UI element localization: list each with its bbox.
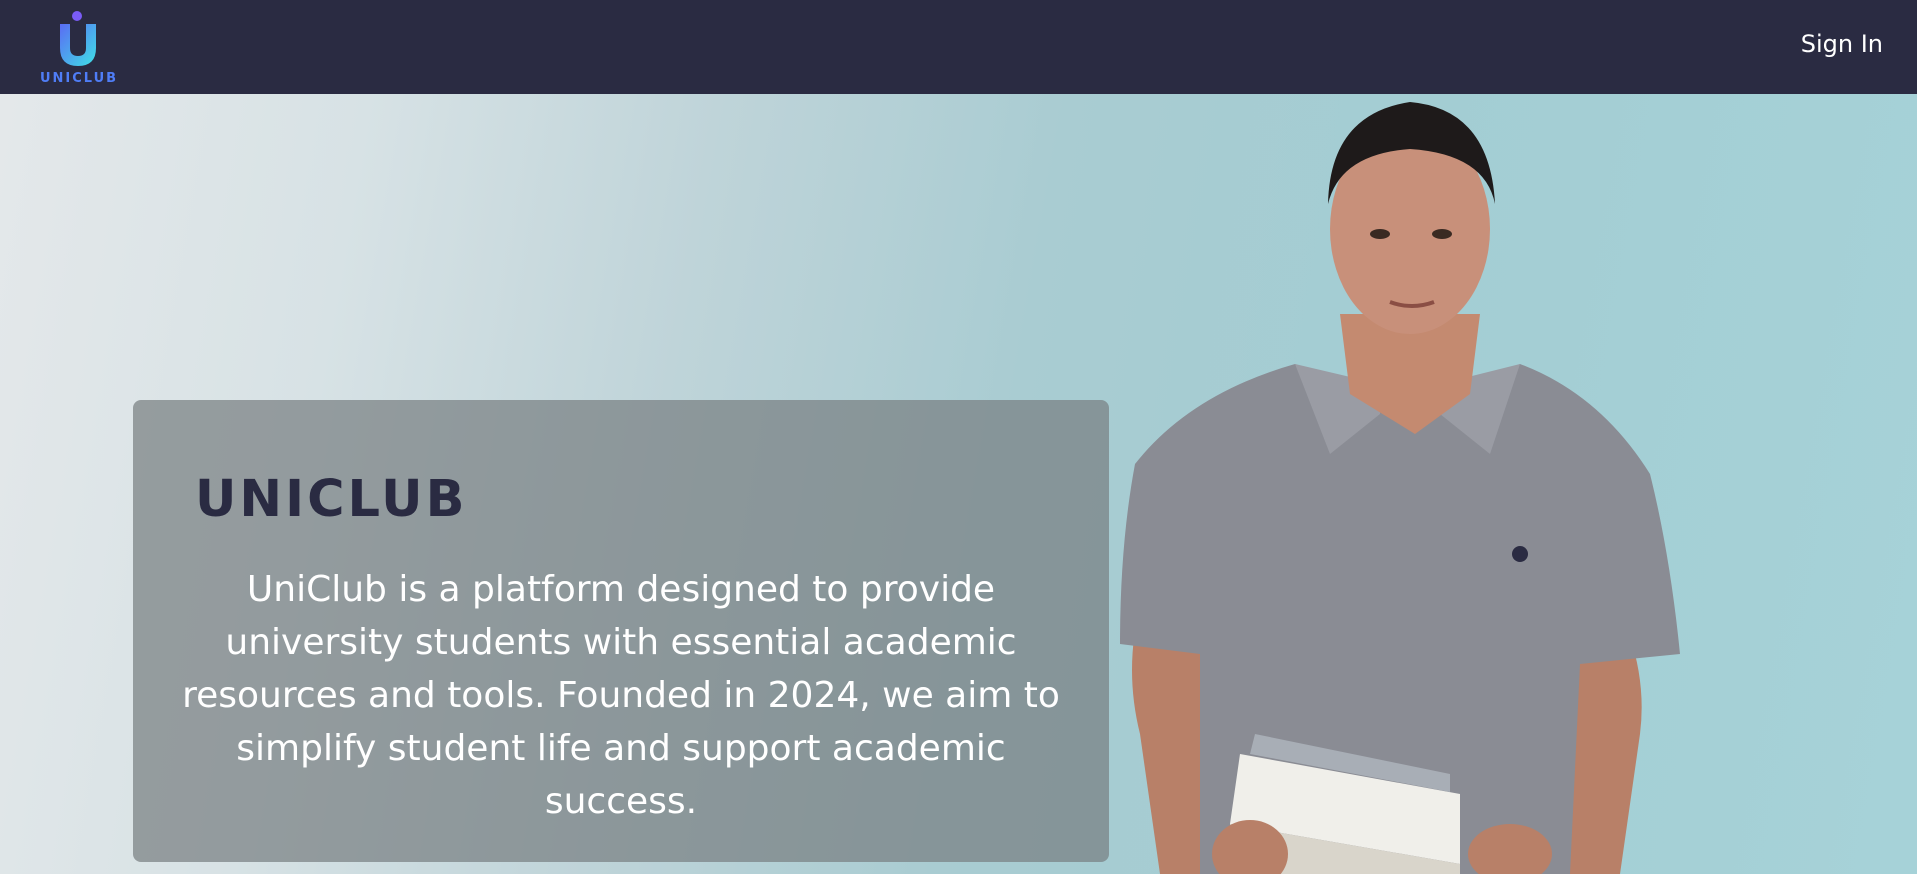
student-photo: [1120, 102, 1680, 874]
sign-in-button[interactable]: Sign In: [1801, 30, 1883, 58]
hero-title: UNICLUB: [195, 470, 468, 529]
logo-text: UNICLUB: [39, 71, 119, 86]
top-navbar: UNICLUB Sign In: [0, 0, 1917, 94]
uniclub-logo[interactable]: UNICLUB: [36, 8, 122, 90]
about-card: UNICLUB UniClub is a platform designed t…: [133, 400, 1109, 862]
uniclub-logo-icon: [60, 11, 96, 66]
hero-description: UniClub is a platform designed to provid…: [182, 569, 1060, 822]
hero-section: UNICLUB UniClub is a platform designed t…: [0, 94, 1917, 874]
